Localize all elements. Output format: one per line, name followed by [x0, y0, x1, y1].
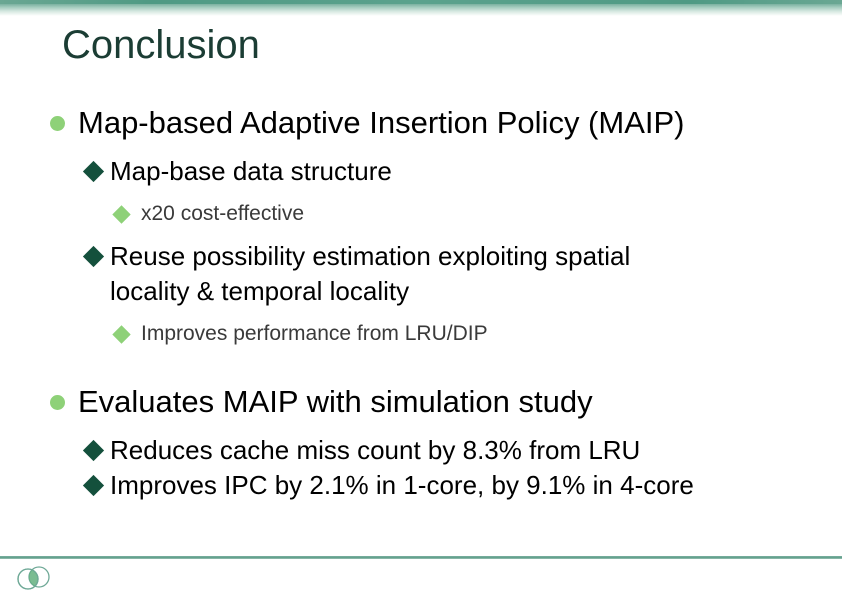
bullet-text: Evaluates MAIP with simulation study — [78, 384, 593, 419]
circle-bullet-icon — [50, 104, 78, 142]
slide-body: Map-based Adaptive Insertion Policy (MAI… — [0, 104, 842, 503]
bullet-text: x20 cost-effective — [141, 202, 305, 225]
diamond-bullet-dark-icon — [82, 239, 110, 274]
bullet-text: Reduces cache miss count by 8.3% from LR… — [110, 435, 641, 465]
diamond-bullet-dark-icon — [82, 154, 110, 189]
bullet-text: Reuse possibility estimation exploiting … — [110, 241, 631, 306]
bullet-item-level1: Map-based Adaptive Insertion Policy (MAI… — [0, 104, 842, 142]
bullet-item-level2: Reuse possibility estimation exploiting … — [0, 239, 842, 309]
footer-divider — [0, 556, 842, 559]
diamond-bullet-light-icon — [112, 319, 141, 349]
bullet-item-level2: Map-base data structure — [0, 154, 842, 189]
bullet-item-level3: x20 cost-effective — [0, 199, 842, 229]
bullet-text: Improves performance from LRU/DIP — [141, 322, 488, 345]
bullet-text: Improves IPC by 2.1% in 1-core, by 9.1% … — [110, 470, 694, 500]
top-accent-band — [0, 0, 842, 16]
circle-bullet-icon — [50, 383, 78, 421]
bullet-item-level1: Evaluates MAIP with simulation study — [0, 383, 842, 421]
slide-title: Conclusion — [62, 23, 260, 67]
bullet-item-level2: Reduces cache miss count by 8.3% from LR… — [0, 433, 842, 468]
bullet-item-level3: Improves performance from LRU/DIP — [0, 319, 842, 349]
bullet-item-level2: Improves IPC by 2.1% in 1-core, by 9.1% … — [0, 468, 842, 503]
presentation-slide: Conclusion Map-based Adaptive Insertion … — [0, 0, 842, 595]
bullet-text: Map-base data structure — [110, 156, 392, 186]
diamond-bullet-light-icon — [112, 199, 141, 229]
overlapping-circles-logo — [14, 565, 58, 591]
top-accent-band-core — [0, 0, 842, 4]
diamond-bullet-dark-icon — [82, 433, 110, 468]
diamond-bullet-dark-icon — [82, 468, 110, 503]
bullet-text: Map-based Adaptive Insertion Policy (MAI… — [78, 105, 685, 140]
